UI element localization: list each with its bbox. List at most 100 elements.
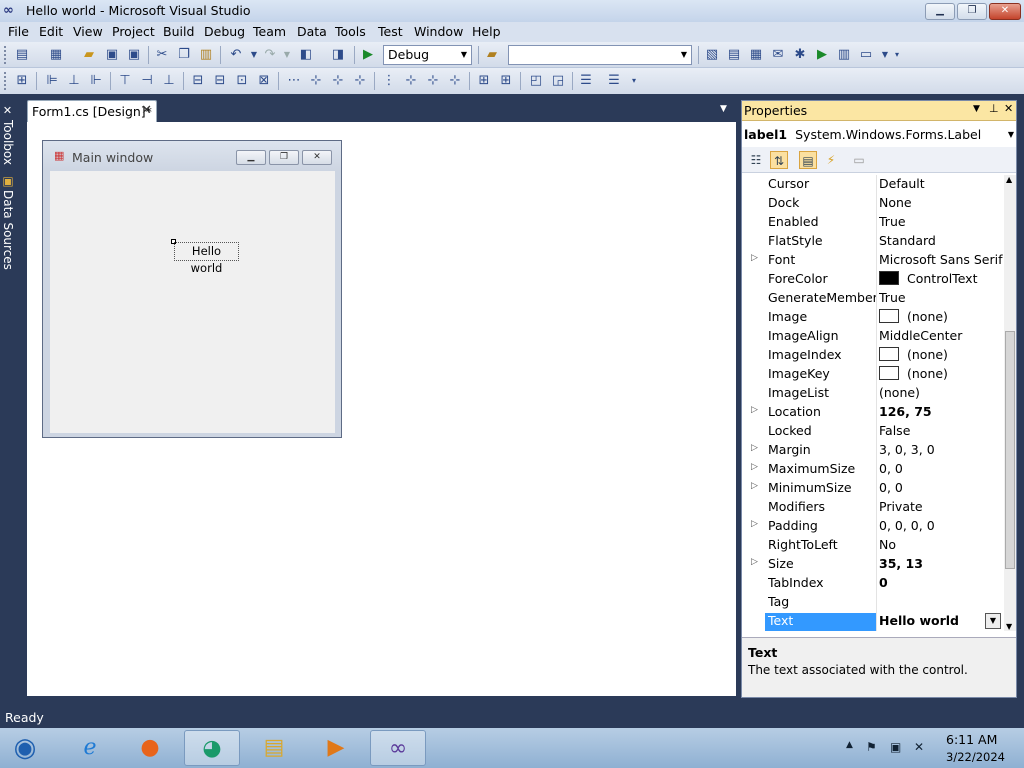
menu-file[interactable]: File	[8, 24, 29, 39]
send-to-back-icon[interactable]: ◲	[550, 73, 566, 89]
property-row[interactable]: ▷ MaximumSize 0, 0	[743, 460, 1005, 479]
undo-icon[interactable]: ↶	[228, 47, 244, 63]
navigate-forward-icon[interactable]: ◨	[330, 47, 346, 63]
vertical-spacing-decrease-icon[interactable]: ⊹	[425, 73, 441, 89]
command-window-icon[interactable]: ▭	[858, 47, 874, 63]
lock-controls-icon[interactable]: ☰	[606, 73, 622, 89]
start-page-icon[interactable]: ▶	[814, 47, 830, 63]
property-row[interactable]: ▷ Margin 3, 0, 3, 0	[743, 441, 1005, 460]
properties-window-icon[interactable]: ▤	[726, 47, 742, 63]
property-value[interactable]: Standard	[879, 233, 1003, 251]
minimize-button[interactable]: ▁	[925, 3, 955, 20]
action-center-flag-icon[interactable]: ⚑	[866, 740, 877, 754]
menu-tools[interactable]: Tools	[335, 24, 366, 39]
property-row[interactable]: Locked False	[743, 422, 1005, 441]
toolbar-overflow-icon[interactable]: ▾	[626, 73, 642, 89]
alphabetical-icon[interactable]: ⇅	[770, 151, 788, 169]
align-to-grid-icon[interactable]: ⊞	[14, 73, 30, 89]
pin-icon[interactable]: ⊥	[989, 102, 999, 115]
save-all-icon[interactable]: ▣	[126, 47, 142, 63]
designed-form-window[interactable]: ▦ Main window ▁ ❐ ✕ Hello world	[42, 140, 342, 438]
horizontal-spacing-decrease-icon[interactable]: ⊹	[330, 73, 346, 89]
volume-muted-icon[interactable]: ✕	[914, 740, 924, 754]
menu-view[interactable]: View	[73, 24, 103, 39]
maximize-button[interactable]: ❐	[957, 3, 987, 20]
make-same-size-icon[interactable]: ⊡	[234, 73, 250, 89]
solution-configuration-select[interactable]: Debug ▼	[383, 45, 472, 65]
window-position-dropdown-icon[interactable]: ▼	[973, 104, 980, 114]
property-row[interactable]: TabIndex 0	[743, 574, 1005, 593]
open-file-icon[interactable]: ▰	[81, 47, 97, 63]
visual-studio-taskbar-icon[interactable]: ∞	[370, 730, 426, 766]
menu-data[interactable]: Data	[297, 24, 327, 39]
property-value[interactable]: 3, 0, 3, 0	[879, 442, 1003, 460]
property-row[interactable]: Enabled True	[743, 213, 1005, 232]
property-row[interactable]: Modifiers Private	[743, 498, 1005, 517]
save-icon[interactable]: ▣	[104, 47, 120, 63]
property-value[interactable]: Private	[879, 499, 1003, 517]
property-value[interactable]: Microsoft Sans Serif, 8.25pt	[879, 252, 1003, 270]
show-hidden-icons-icon[interactable]: ▲	[846, 740, 853, 750]
property-value[interactable]: (none)	[879, 347, 1003, 365]
media-player-icon[interactable]: ▶	[308, 730, 364, 766]
vertical-spacing-increase-icon[interactable]: ⊹	[403, 73, 419, 89]
property-value[interactable]: (none)	[879, 309, 1003, 327]
property-value[interactable]: True	[879, 290, 1003, 308]
active-files-dropdown-icon[interactable]: ▼	[720, 104, 727, 114]
property-pages-icon[interactable]: ▭	[850, 151, 868, 169]
property-value[interactable]: No	[879, 537, 1003, 555]
file-explorer-icon[interactable]: ▤	[246, 730, 302, 766]
property-value[interactable]: 0, 0	[879, 480, 1003, 498]
scroll-up-icon[interactable]: ▲	[1006, 175, 1012, 184]
toolbox-tab[interactable]: Toolbox	[1, 120, 15, 165]
close-icon[interactable]: ✕	[1004, 102, 1013, 115]
expand-icon[interactable]: ▷	[751, 405, 758, 415]
size-to-grid-icon[interactable]: ⊠	[256, 73, 272, 89]
property-row[interactable]: Image (none)	[743, 308, 1005, 327]
expand-icon[interactable]: ▷	[751, 253, 758, 263]
property-grid-scrollbar[interactable]: ▲ ▼	[1004, 175, 1016, 631]
undo-dropdown-icon[interactable]: ▼	[246, 47, 262, 63]
toolbar-overflow-icon[interactable]: ▾	[889, 47, 905, 63]
horizontal-spacing-equal-icon[interactable]: ⋯	[286, 73, 302, 89]
cut-icon[interactable]: ✂	[154, 47, 170, 63]
align-tops-icon[interactable]: ⊤	[117, 73, 133, 89]
align-rights-icon[interactable]: ⊩	[88, 73, 104, 89]
navigate-backward-icon[interactable]: ◧	[298, 47, 314, 63]
property-value[interactable]: ControlText	[879, 271, 1003, 289]
data-sources-tab[interactable]: Data Sources	[1, 190, 15, 270]
clock-time[interactable]: 6:11 AM	[946, 732, 997, 747]
categorized-icon[interactable]: ☷	[747, 151, 765, 169]
solution-explorer-icon[interactable]: ▧	[704, 47, 720, 63]
close-button[interactable]: ✕	[989, 3, 1021, 20]
extension-manager-icon[interactable]: ✱	[792, 47, 808, 63]
vertical-spacing-remove-icon[interactable]: ⊹	[447, 73, 463, 89]
toolbar-grip[interactable]	[4, 46, 8, 64]
property-value[interactable]	[879, 594, 1003, 612]
events-icon[interactable]: ⚡	[822, 151, 840, 169]
chevron-down-icon[interactable]: ▼	[677, 46, 691, 64]
expand-icon[interactable]: ▷	[751, 462, 758, 472]
clock-date[interactable]: 3/22/2024	[946, 750, 1005, 764]
menu-test[interactable]: Test	[378, 24, 403, 39]
firefox-icon[interactable]: ●	[122, 730, 178, 766]
property-row[interactable]: ▷ Padding 0, 0, 0, 0	[743, 517, 1005, 536]
property-row[interactable]: FlatStyle Standard	[743, 232, 1005, 251]
property-row[interactable]: ▷ Size 35, 13	[743, 555, 1005, 574]
property-value[interactable]: 0	[879, 575, 1003, 593]
property-row[interactable]: ImageIndex (none)	[743, 346, 1005, 365]
paste-icon[interactable]: ▥	[198, 47, 214, 63]
property-row[interactable]: RightToLeft No	[743, 536, 1005, 555]
new-project-icon[interactable]: ▤	[14, 47, 30, 63]
property-value[interactable]: True	[879, 214, 1003, 232]
property-row[interactable]: Text Hello world ▼	[743, 612, 1005, 631]
property-value[interactable]: 126, 75	[879, 404, 1003, 422]
team-explorer-icon[interactable]: ▥	[836, 47, 852, 63]
menu-team[interactable]: Team	[253, 24, 286, 39]
align-middles-icon[interactable]: ⊣	[139, 73, 155, 89]
align-lefts-icon[interactable]: ⊫	[44, 73, 60, 89]
find-combo-box[interactable]: ▼	[508, 45, 692, 65]
property-row[interactable]: ImageList (none)	[743, 384, 1005, 403]
make-same-width-icon[interactable]: ⊟	[190, 73, 206, 89]
redo-dropdown-icon[interactable]: ▼	[279, 47, 295, 63]
